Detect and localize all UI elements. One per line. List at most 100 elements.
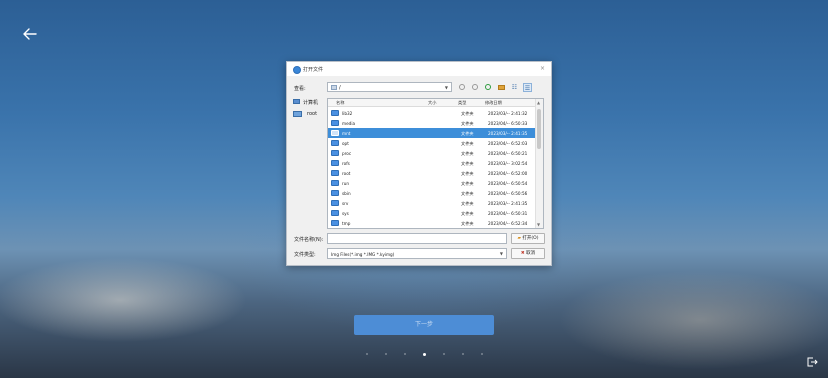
filename-row: 文件名称(N): ▰ 打开(O) (287, 233, 551, 245)
file-date: 2023/04/-- 6:50:56 (488, 191, 528, 196)
file-type: 文件夹 (461, 151, 474, 156)
folder-icon (331, 140, 339, 146)
file-name: srv (342, 201, 349, 206)
file-type: 文件夹 (461, 221, 474, 226)
table-row[interactable]: sbin 文件夹 2023/04/-- 6:50:56 (328, 188, 536, 198)
file-date: 2023/04/-- 6:50:33 (488, 121, 528, 126)
folder-icon (331, 200, 339, 206)
filetype-value: Img Files(*.img *.IMG *.kyimg) (331, 252, 395, 257)
folder-icon (331, 110, 339, 116)
filetype-combobox[interactable]: Img Files(*.img *.IMG *.kyimg) ▼ (327, 248, 507, 259)
scroll-up-icon[interactable]: ▲ (537, 100, 540, 105)
folder-icon (293, 111, 302, 117)
folder-icon (331, 210, 339, 216)
table-row[interactable]: run 文件夹 2023/04/-- 6:50:54 (328, 178, 536, 188)
chevron-down-icon: ▼ (499, 251, 503, 256)
sidebar-item-label: root (307, 111, 318, 117)
folder-icon (331, 160, 339, 166)
file-type: 文件夹 (461, 111, 474, 116)
open-file-dialog: 打开文件 × 查看: / ▼ ☷ ☰ 计算机 root 名称 大小 类型 修改日… (286, 61, 552, 266)
file-name: root (342, 171, 351, 176)
file-name: lib32 (342, 111, 353, 116)
new-folder-icon (498, 85, 505, 90)
filename-input[interactable] (327, 233, 507, 244)
forward-button[interactable] (471, 83, 480, 92)
path-combobox[interactable]: / ▼ (327, 82, 452, 92)
list-view-icon: ☷ (511, 84, 518, 91)
file-date: 2023/04/-- 6:52:34 (488, 221, 528, 226)
file-name: run (342, 181, 350, 186)
file-type: 文件夹 (461, 161, 474, 166)
look-in-label: 查看: (294, 86, 306, 92)
page-dot-active (423, 352, 426, 356)
file-type: 文件夹 (461, 131, 474, 136)
column-header-date[interactable]: 修改日期 (485, 100, 502, 106)
file-type: 文件夹 (461, 121, 474, 126)
file-name: proc (342, 151, 352, 156)
file-date: 2023/04/-- 6:52:03 (488, 141, 528, 146)
close-icon[interactable]: × (540, 65, 545, 72)
file-type: 文件夹 (461, 201, 474, 206)
new-folder-button[interactable] (497, 83, 506, 92)
page-dot (481, 353, 483, 355)
table-row[interactable]: sys 文件夹 2023/04/-- 6:50:31 (328, 208, 536, 218)
parent-directory-button[interactable] (484, 83, 493, 92)
page-dot (462, 353, 464, 355)
page-dot (366, 353, 368, 355)
file-date: 2023/03/-- 3:02:54 (488, 161, 528, 166)
places-sidebar: 计算机 root (293, 98, 325, 238)
folder-icon (331, 220, 339, 226)
open-button[interactable]: ▰ 打开(O) (511, 233, 545, 244)
table-row[interactable]: proc 文件夹 2023/04/-- 6:50:21 (328, 148, 536, 158)
table-row-selected[interactable]: mnt 文件夹 2023/03/-- 2:41:35 (328, 128, 536, 138)
folder-icon (331, 85, 337, 90)
file-name: sys (342, 211, 349, 216)
scroll-down-icon[interactable]: ▼ (537, 222, 540, 227)
list-view-button[interactable]: ☷ (510, 83, 519, 92)
cancel-button[interactable]: ✖ 取消 (511, 248, 545, 259)
column-header-size[interactable]: 大小 (428, 100, 436, 106)
cancel-button-label: 取消 (526, 251, 536, 256)
back-arrow-icon[interactable] (20, 24, 40, 44)
open-button-label: 打开(O) (522, 236, 539, 241)
folder-icon (331, 130, 339, 136)
file-name: media (342, 121, 356, 126)
page-dot (443, 353, 445, 355)
cancel-x-icon: ✖ (520, 251, 525, 256)
file-type: 文件夹 (461, 181, 474, 186)
page-dot (385, 353, 387, 355)
table-row[interactable]: tmp 文件夹 2023/04/-- 6:52:34 (328, 218, 536, 228)
pagination-dots (366, 352, 486, 357)
table-row[interactable]: rofs 文件夹 2023/03/-- 3:02:54 (328, 158, 536, 168)
table-row[interactable]: media 文件夹 2023/04/-- 6:50:33 (328, 118, 536, 128)
table-row[interactable]: root 文件夹 2023/04/-- 6:52:00 (328, 168, 536, 178)
sidebar-item-computer[interactable]: 计算机 (293, 98, 325, 108)
scrollbar-thumb[interactable] (537, 109, 541, 149)
filetype-row: 文件类型: Img Files(*.img *.IMG *.kyimg) ▼ ✖… (287, 248, 551, 260)
file-list-header: 名称 大小 类型 修改日期 (328, 99, 536, 107)
folder-icon (331, 120, 339, 126)
column-header-type[interactable]: 类型 (458, 100, 466, 106)
table-row[interactable]: lib32 文件夹 2023/03/-- 2:41:32 (328, 108, 536, 118)
file-date: 2023/03/-- 2:41:35 (488, 201, 528, 206)
file-name: opt (342, 141, 349, 146)
next-button[interactable]: 下一步 (354, 315, 494, 335)
filetype-label: 文件类型: (294, 252, 316, 258)
file-type: 文件夹 (461, 141, 474, 146)
exit-icon[interactable] (806, 356, 818, 368)
table-row[interactable]: opt 文件夹 2023/04/-- 6:52:03 (328, 138, 536, 148)
folder-icon (331, 190, 339, 196)
sidebar-item-label: 计算机 (303, 100, 319, 106)
chevron-down-icon: ▼ (444, 85, 448, 90)
file-list[interactable]: 名称 大小 类型 修改日期 lib32 文件夹 2023/03/-- 2:41:32… (327, 98, 544, 229)
column-header-name[interactable]: 名称 (336, 100, 344, 106)
file-date: 2023/04/-- 6:50:21 (488, 151, 528, 156)
dialog-titlebar: 打开文件 × (287, 62, 551, 76)
detail-view-button[interactable]: ☰ (523, 83, 532, 92)
sidebar-item-root[interactable]: root (293, 110, 325, 120)
vertical-scrollbar[interactable]: ▲ ▼ (535, 99, 543, 228)
app-icon (293, 66, 301, 74)
table-row[interactable]: srv 文件夹 2023/03/-- 2:41:35 (328, 198, 536, 208)
back-button[interactable] (458, 83, 467, 92)
detail-view-icon: ☰ (524, 85, 531, 92)
